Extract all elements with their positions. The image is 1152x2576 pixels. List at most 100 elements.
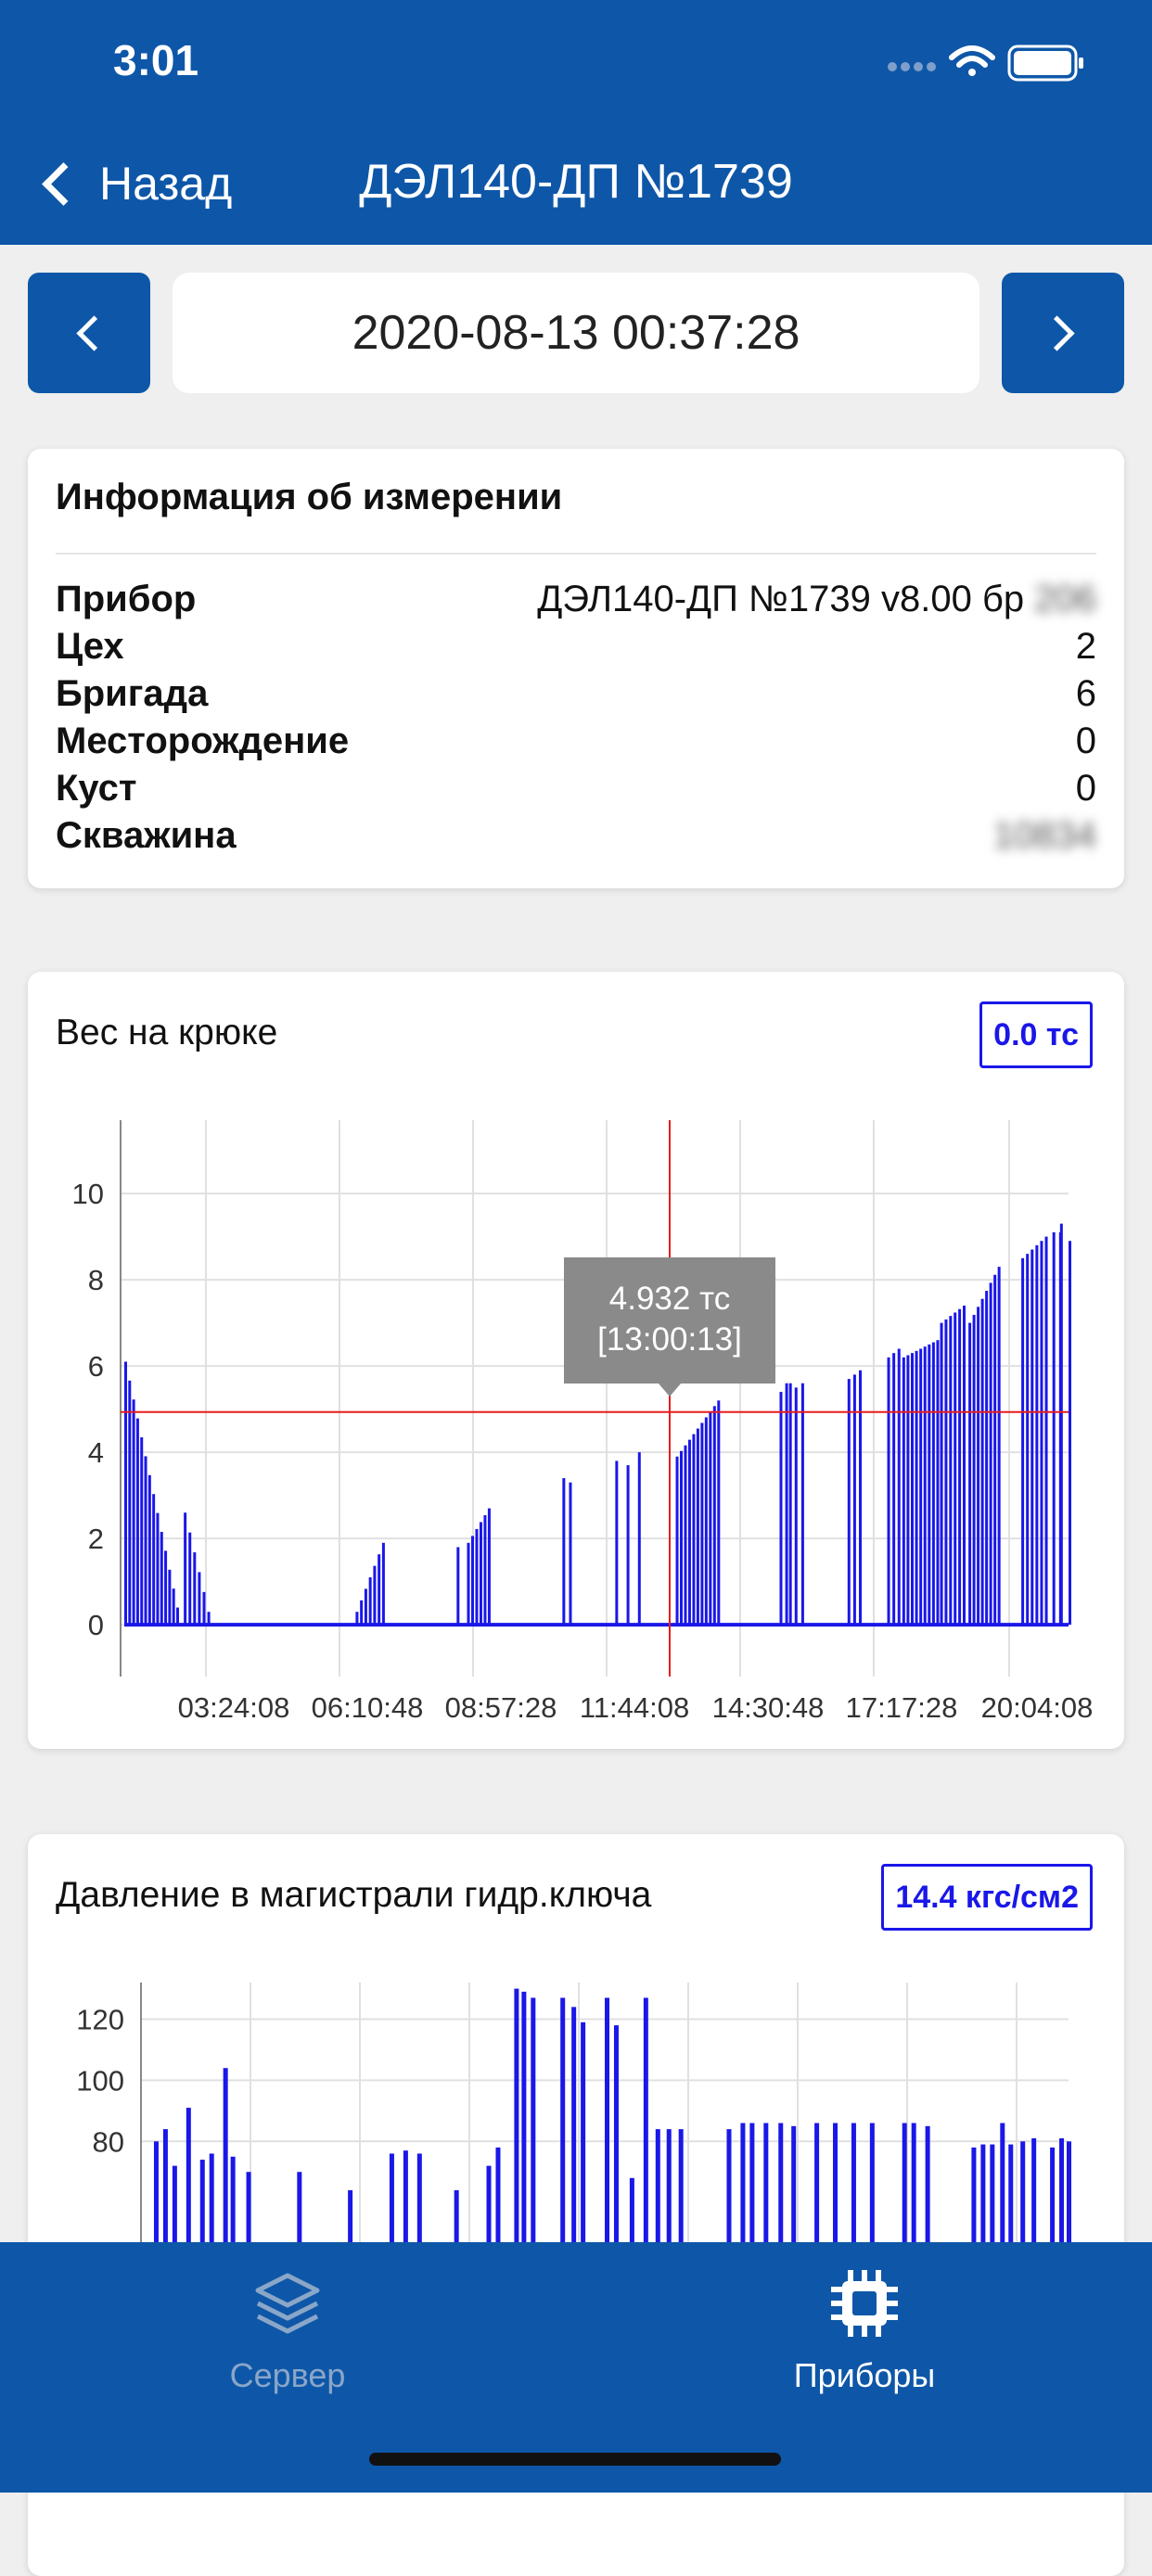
data-bar xyxy=(562,1478,566,1626)
info-row-device: Прибор ДЭЛ140-ДП №1739 v8.00 бр 206 xyxy=(56,579,1096,626)
data-bar xyxy=(1052,1231,1056,1626)
data-bar xyxy=(368,1577,372,1626)
info-label: Бригада xyxy=(56,673,209,714)
data-bar xyxy=(132,1399,135,1626)
info-card-title: Информация об измерении xyxy=(56,477,563,517)
tab-server[interactable]: Сервер xyxy=(148,2268,427,2395)
data-bar xyxy=(483,1515,487,1626)
data-bar xyxy=(1030,1249,1034,1626)
data-bar xyxy=(915,1350,918,1626)
data-bar xyxy=(928,1344,931,1626)
data-bar xyxy=(833,2123,838,2242)
data-bar xyxy=(1044,1236,1048,1626)
x-tick-label: 03:24:08 xyxy=(178,1691,290,1724)
info-label: Куст xyxy=(56,768,137,809)
data-bar xyxy=(160,1532,163,1626)
data-bar xyxy=(147,1474,151,1626)
data-bar xyxy=(980,2144,986,2242)
data-bar xyxy=(675,1456,679,1626)
data-bar xyxy=(626,1465,630,1626)
data-bar xyxy=(993,1274,997,1626)
data-bar xyxy=(479,1522,482,1626)
data-bar xyxy=(198,1572,201,1626)
hook-weight-chart[interactable]: 0 2 4 6 8 10 03:24:08 06:10:48 08:57:28 11:44:08 1… xyxy=(28,972,1124,1749)
data-bar xyxy=(779,1392,783,1626)
data-bar xyxy=(740,2123,746,2242)
data-bar xyxy=(923,1346,927,1626)
divider xyxy=(56,553,1096,555)
data-bar xyxy=(389,2153,394,2242)
tooltip-value: 4.932 тс xyxy=(609,1281,730,1317)
data-bar xyxy=(972,1314,976,1626)
data-bar xyxy=(168,1569,172,1626)
info-row-well: Скважина 10834 xyxy=(56,815,1096,862)
data-bar xyxy=(931,1342,935,1626)
data-bar xyxy=(791,2125,797,2242)
data-bar xyxy=(581,2021,586,2242)
data-bar xyxy=(696,1428,699,1626)
data-bar xyxy=(202,1591,206,1626)
data-bar xyxy=(910,1353,914,1626)
data-bar xyxy=(629,2177,634,2242)
data-bar xyxy=(1035,1244,1039,1626)
data-bar xyxy=(749,2123,755,2242)
info-label: Прибор xyxy=(56,579,197,619)
data-bar xyxy=(140,1437,144,1626)
data-bar xyxy=(925,2125,930,2242)
data-bar xyxy=(1067,2141,1072,2242)
data-bar xyxy=(381,1542,385,1626)
battery-icon xyxy=(1007,45,1083,82)
data-bar xyxy=(814,2123,820,2242)
data-bar xyxy=(684,1445,687,1626)
date-display[interactable]: 2020-08-13 00:37:28 xyxy=(173,273,979,393)
layers-icon xyxy=(255,2273,320,2334)
x-tick-label: 17:17:28 xyxy=(846,1691,958,1724)
info-value: 6 xyxy=(1075,673,1096,714)
data-bar xyxy=(172,1588,175,1626)
data-bar xyxy=(778,2123,784,2242)
y-tick-label: 120 xyxy=(76,2004,124,2036)
data-bar xyxy=(373,1565,377,1626)
previous-date-button[interactable] xyxy=(28,273,150,393)
data-bar xyxy=(902,1357,905,1626)
data-bar xyxy=(949,1316,953,1626)
data-bar xyxy=(997,1267,1001,1626)
y-tick-label: 4 xyxy=(88,1436,104,1469)
data-bar xyxy=(1020,2141,1026,2242)
data-bar xyxy=(989,1282,992,1626)
x-tick-label: 20:04:08 xyxy=(981,1691,1094,1724)
home-indicator xyxy=(369,2453,781,2466)
data-bar xyxy=(887,1357,890,1626)
data-bar xyxy=(712,1406,716,1626)
page-title: ДЭЛ140-ДП №1739 xyxy=(359,155,793,209)
redacted-value: 10834 xyxy=(992,815,1096,856)
data-bar xyxy=(1059,2138,1065,2242)
next-date-button[interactable] xyxy=(1002,273,1124,393)
data-bar xyxy=(1059,1223,1063,1626)
tab-devices[interactable]: Приборы xyxy=(725,2268,1004,2395)
navigation-header: 3:01 Назад ДЭЛ140-ДП №1739 xyxy=(0,0,1152,245)
y-tick-label: 10 xyxy=(72,1178,104,1210)
data-bar xyxy=(355,1612,359,1626)
wifi-icon xyxy=(949,45,995,76)
data-bar xyxy=(487,1508,491,1626)
data-bar xyxy=(954,1312,957,1626)
data-bar xyxy=(230,2156,236,2242)
data-bar xyxy=(569,1482,572,1626)
y-tick-label: 80 xyxy=(93,2125,124,2158)
data-bar xyxy=(475,1528,479,1626)
y-tick-label: 6 xyxy=(88,1350,104,1383)
data-bar xyxy=(156,1512,160,1626)
data-bar xyxy=(486,2165,492,2242)
data-bar xyxy=(906,1355,910,1626)
data-bar xyxy=(467,1542,470,1626)
info-value: 0 xyxy=(1075,768,1096,809)
data-bar xyxy=(514,1988,519,2242)
data-bar xyxy=(794,1387,798,1626)
data-bar xyxy=(348,2190,353,2242)
data-bar xyxy=(613,2025,619,2242)
data-bar xyxy=(678,2129,684,2242)
data-bar xyxy=(162,2129,168,2242)
data-bar xyxy=(186,2108,191,2242)
data-bar xyxy=(1026,1254,1030,1626)
